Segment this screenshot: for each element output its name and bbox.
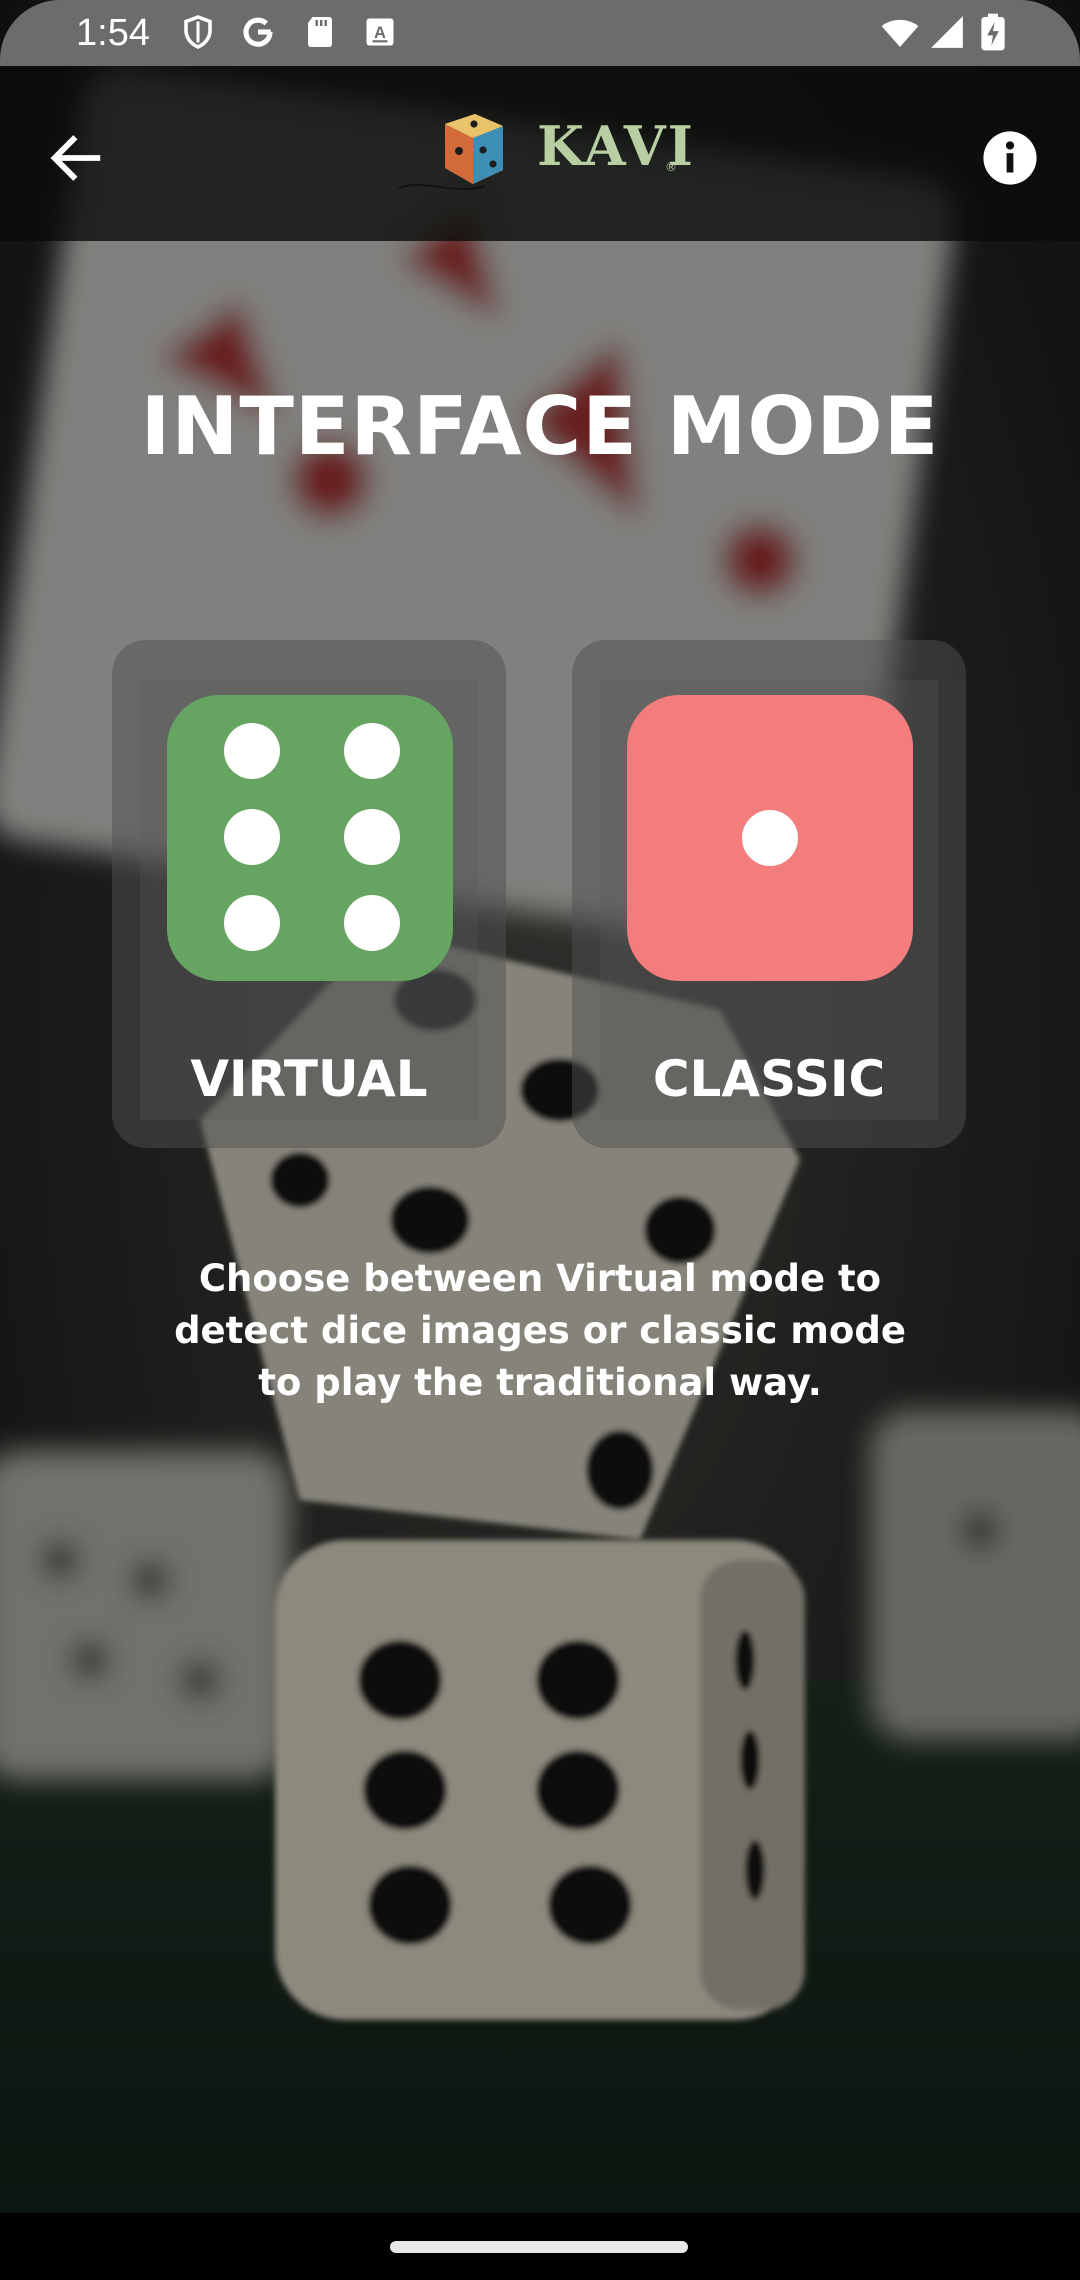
info-button[interactable] <box>974 122 1046 194</box>
shield-icon <box>184 15 212 49</box>
die-pip <box>224 895 280 951</box>
die-pip <box>344 895 400 951</box>
arrow-left-icon <box>50 135 101 181</box>
die-pip <box>742 810 798 866</box>
virtual-mode-card[interactable]: VIRTUAL <box>112 640 506 1148</box>
info-icon <box>983 131 1037 185</box>
back-button[interactable] <box>34 116 118 200</box>
app-screen: 1:54 A KAVI ® INTERFACE MODE VIRTUAL CLA… <box>0 0 1080 2280</box>
die-pip <box>224 723 280 779</box>
virtual-mode-label: VIRTUAL <box>190 1050 428 1108</box>
status-bar: 1:54 A <box>0 0 1080 66</box>
page-title: INTERFACE MODE <box>140 380 940 473</box>
mode-description: Choose between Virtual mode to detect di… <box>174 1257 906 1404</box>
a-box-icon: A <box>366 18 394 46</box>
google-icon <box>243 17 273 47</box>
one-pip-die-icon <box>627 695 913 981</box>
sd-card-icon <box>308 17 332 47</box>
app-logo: KAVI ® <box>395 106 693 206</box>
signal-icon <box>931 16 963 48</box>
dice-logo-icon <box>398 114 503 191</box>
logo-registered-mark: ® <box>665 160 677 174</box>
die-pip <box>344 723 400 779</box>
wifi-icon <box>881 19 919 47</box>
six-pip-die-icon <box>167 695 453 981</box>
battery-charging-icon <box>981 13 1005 51</box>
app-bar: KAVI ® <box>0 66 1080 241</box>
die-pip <box>344 809 400 865</box>
classic-mode-card[interactable]: CLASSIC <box>572 640 966 1148</box>
svg-text:A: A <box>374 24 386 42</box>
status-time: 1:54 <box>76 12 150 54</box>
die-pip <box>224 809 280 865</box>
classic-mode-label: CLASSIC <box>652 1050 886 1108</box>
home-indicator[interactable] <box>390 2241 688 2253</box>
